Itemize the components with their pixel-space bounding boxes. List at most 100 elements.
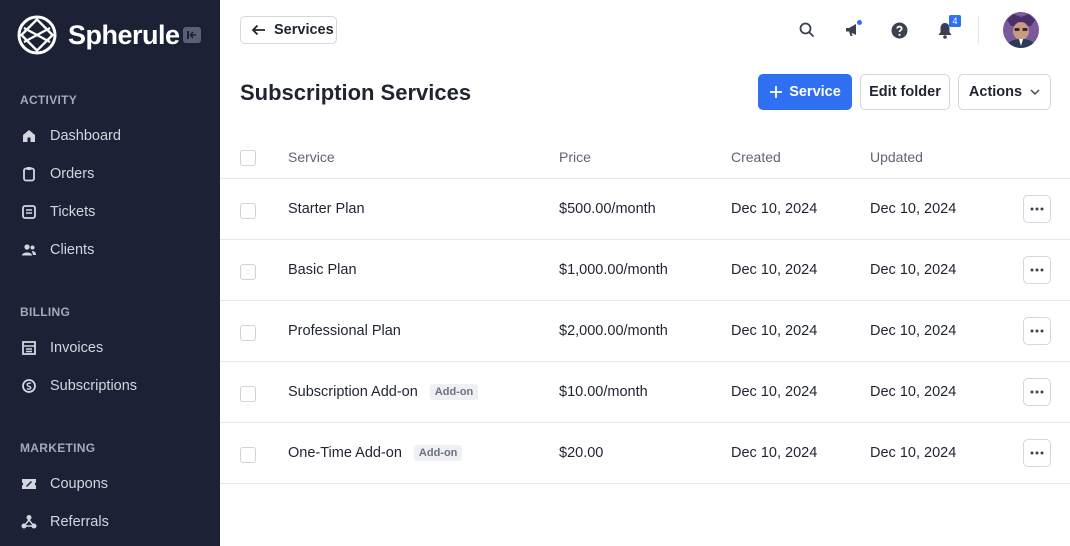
actions-label: Actions — [968, 84, 1023, 100]
table-row[interactable]: Professional Plan $2,000.00/month Dec 10… — [220, 301, 1070, 362]
more-horizontal-icon — [1030, 390, 1044, 394]
price-cell: $2,000.00/month — [559, 323, 668, 339]
sidebar-item-subscriptions[interactable]: Subscriptions — [20, 371, 210, 401]
notification-count-badge: 4 — [949, 15, 961, 27]
service-name: One-Time Add-on — [288, 445, 402, 461]
clipboard-icon — [20, 165, 38, 183]
table-row[interactable]: Starter Plan $500.00/month Dec 10, 2024 … — [220, 179, 1070, 240]
subscription-icon — [20, 377, 38, 395]
collapse-sidebar-button[interactable] — [183, 27, 201, 43]
notifications-button[interactable]: 4 — [934, 15, 961, 41]
row-more-button[interactable] — [1023, 195, 1051, 223]
edit-folder-button[interactable]: Edit folder — [860, 74, 950, 110]
add-on-badge: Add-on — [429, 384, 479, 400]
updated-cell: Dec 10, 2024 — [870, 445, 957, 461]
service-name: Professional Plan — [288, 323, 401, 339]
row-checkbox[interactable] — [240, 203, 256, 219]
section-label-billing: BILLING — [20, 305, 71, 319]
sidebar-item-label: Dashboard — [50, 128, 121, 144]
price-cell: $1,000.00/month — [559, 262, 668, 278]
section-label-activity: ACTIVITY — [20, 93, 78, 107]
search-icon — [799, 22, 815, 38]
select-all-checkbox[interactable] — [240, 150, 256, 166]
brand[interactable]: Spherule — [16, 14, 180, 56]
price-cell: $20.00 — [559, 445, 604, 461]
search-button[interactable] — [796, 19, 818, 41]
column-header-created[interactable]: Created — [731, 149, 781, 165]
sidebar-item-coupons[interactable]: Coupons — [20, 469, 210, 499]
more-horizontal-icon — [1030, 329, 1044, 333]
created-cell: Dec 10, 2024 — [731, 384, 818, 400]
user-avatar[interactable] — [1003, 12, 1039, 48]
add-on-badge: Add-on — [413, 445, 463, 461]
table-row[interactable]: Subscription Add-on Add-on $10.00/month … — [220, 362, 1070, 423]
service-name-cell[interactable]: Professional Plan — [288, 323, 401, 339]
column-header-updated[interactable]: Updated — [870, 149, 923, 165]
sidebar-item-dashboard[interactable]: Dashboard — [20, 121, 210, 151]
home-icon — [20, 127, 38, 145]
coupon-icon — [20, 475, 38, 493]
row-checkbox[interactable] — [240, 325, 256, 341]
row-checkbox[interactable] — [240, 386, 256, 402]
row-more-button[interactable] — [1023, 317, 1051, 345]
spherule-logo-icon — [17, 15, 57, 55]
created-cell: Dec 10, 2024 — [731, 201, 818, 217]
page-title: Subscription Services — [240, 80, 472, 105]
service-name: Starter Plan — [288, 201, 365, 217]
sidebar-item-label: Subscriptions — [50, 378, 138, 394]
updated-cell: Dec 10, 2024 — [870, 262, 957, 278]
collapse-icon — [187, 31, 196, 39]
row-checkbox[interactable] — [240, 264, 256, 280]
created-cell: Dec 10, 2024 — [731, 323, 818, 339]
announcements-button[interactable] — [842, 19, 864, 41]
sidebar-item-orders[interactable]: Orders — [20, 159, 210, 189]
service-name: Subscription Add-on — [288, 384, 418, 400]
row-more-button[interactable] — [1023, 256, 1051, 284]
brand-name: Spherule — [68, 19, 180, 50]
row-more-button[interactable] — [1023, 439, 1051, 467]
updated-cell: Dec 10, 2024 — [870, 201, 957, 217]
divider — [978, 16, 979, 44]
updated-cell: Dec 10, 2024 — [870, 323, 957, 339]
services-table: Service Price Created Updated Starter Pl… — [220, 136, 1070, 484]
column-header-price[interactable]: Price — [559, 149, 591, 165]
service-name-cell[interactable]: Subscription Add-on Add-on — [288, 384, 479, 400]
help-button[interactable] — [888, 19, 910, 41]
service-name-cell[interactable]: Basic Plan — [288, 262, 357, 278]
actions-dropdown-button[interactable]: Actions — [958, 74, 1051, 110]
users-icon — [20, 241, 38, 259]
sidebar-item-invoices[interactable]: Invoices — [20, 333, 210, 363]
add-service-label: Service — [789, 84, 841, 100]
service-name-cell[interactable]: One-Time Add-on Add-on — [288, 445, 463, 461]
sidebar-item-clients[interactable]: Clients — [20, 235, 210, 265]
sidebar-item-label: Coupons — [50, 476, 109, 492]
column-header-service[interactable]: Service — [288, 149, 335, 165]
row-checkbox[interactable] — [240, 447, 256, 463]
back-to-services-button[interactable]: Services — [240, 16, 337, 44]
created-cell: Dec 10, 2024 — [731, 445, 818, 461]
referral-icon — [20, 513, 38, 531]
arrow-left-icon — [251, 24, 265, 36]
sidebar-item-referrals[interactable]: Referrals — [20, 507, 210, 537]
sidebar-item-label: Referrals — [50, 514, 109, 530]
section-label-marketing: MARKETING — [20, 441, 96, 455]
add-service-button[interactable]: Service — [758, 74, 852, 110]
sidebar: Spherule ACTIVITY Dashboard Orders Ticke… — [0, 0, 220, 546]
question-icon — [891, 22, 907, 38]
service-name-cell[interactable]: Starter Plan — [288, 201, 365, 217]
back-button-label: Services — [274, 22, 334, 38]
edit-folder-label: Edit folder — [869, 84, 941, 100]
avatar-photo-icon — [1003, 12, 1039, 48]
created-cell: Dec 10, 2024 — [731, 262, 818, 278]
price-cell: $500.00/month — [559, 201, 656, 217]
table-row[interactable]: One-Time Add-on Add-on $20.00 Dec 10, 20… — [220, 423, 1070, 484]
service-name: Basic Plan — [288, 262, 357, 278]
row-more-button[interactable] — [1023, 378, 1051, 406]
plus-icon — [770, 86, 783, 98]
sidebar-item-label: Invoices — [50, 340, 104, 356]
table-row[interactable]: Basic Plan $1,000.00/month Dec 10, 2024 … — [220, 240, 1070, 301]
invoice-icon — [20, 339, 38, 357]
sidebar-item-label: Orders — [50, 166, 95, 182]
sidebar-item-tickets[interactable]: Tickets — [20, 197, 210, 227]
table-header: Service Price Created Updated — [220, 136, 1070, 179]
